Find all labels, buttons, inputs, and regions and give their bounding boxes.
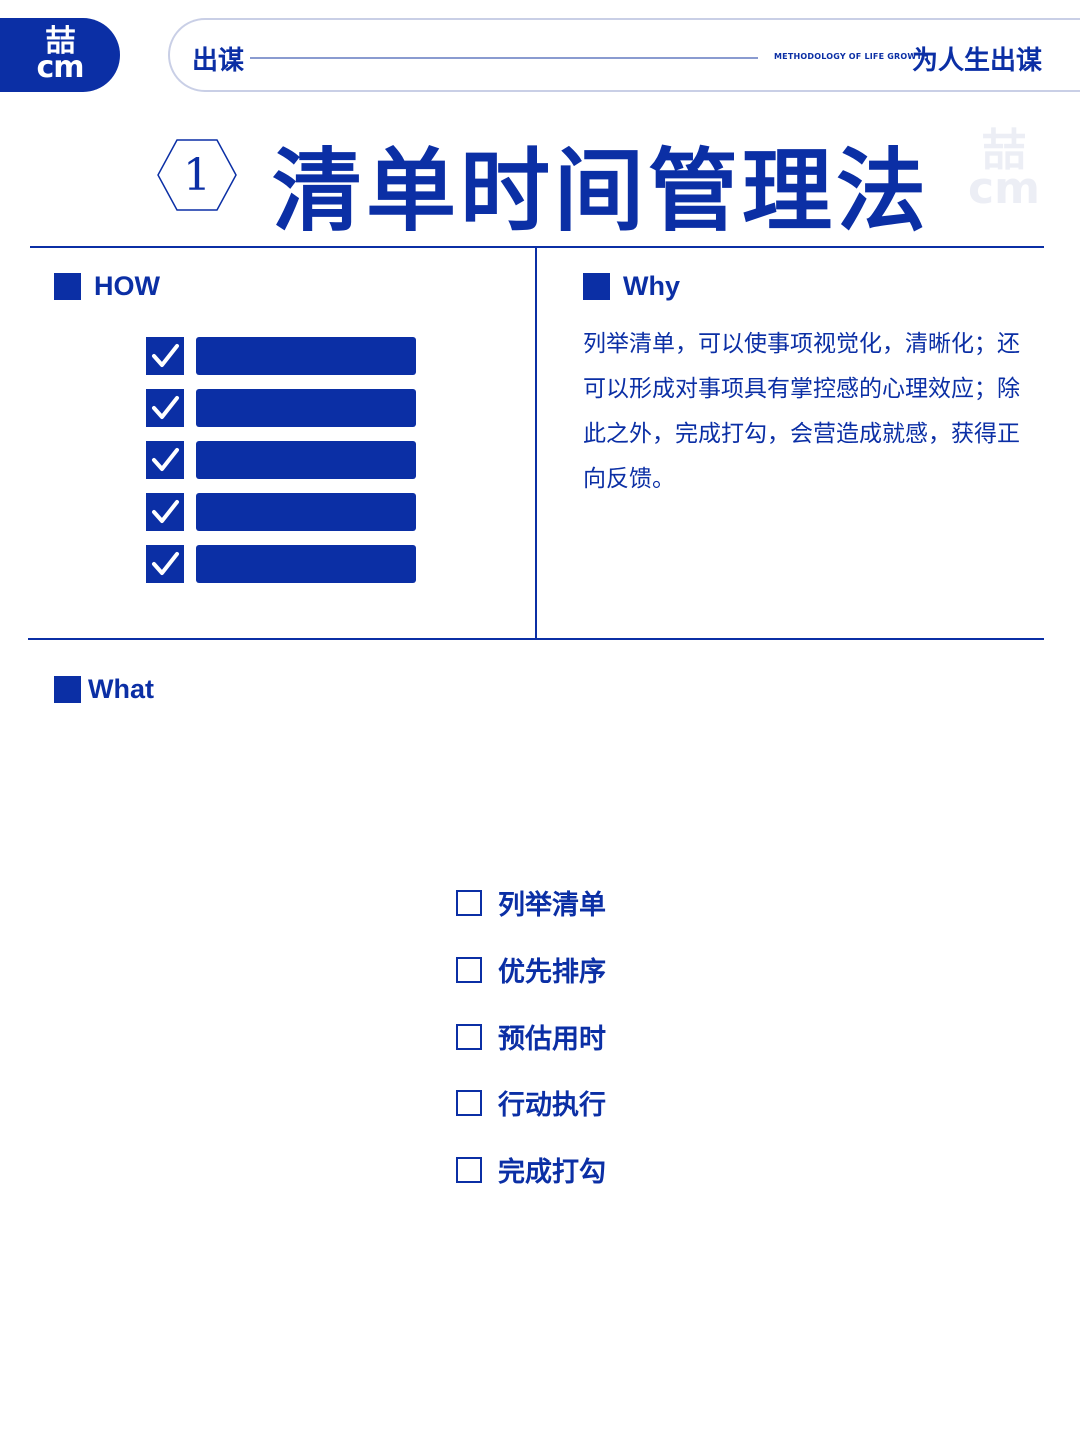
checkmark-icon [146, 493, 184, 531]
list-item-label: 预估用时 [498, 1024, 606, 1055]
middle-divider [28, 638, 1044, 640]
what-label: What [88, 674, 154, 704]
section-number: 1 [183, 149, 211, 201]
checkbox-icon [456, 1156, 482, 1183]
logo-mark: 喆 cm [36, 27, 84, 85]
how-label: HOW [94, 271, 160, 301]
checkbox-icon [456, 1089, 482, 1116]
checkbox-icon [456, 1023, 482, 1050]
why-heading: Why [583, 271, 680, 302]
checklist-bar [196, 337, 416, 375]
list-item-label: 优先排序 [498, 957, 606, 988]
checklist-bar [196, 389, 416, 427]
logo-watermark: 喆 cm [968, 129, 1040, 214]
checklist-bar [196, 441, 416, 479]
checkmark-icon [146, 441, 184, 479]
header-tagline: METHODOLOGY OF LIFE GROWTH [774, 52, 929, 61]
watermark-bottom: cm [968, 163, 1040, 214]
list-item: 优先排序 [456, 950, 606, 989]
checklist-row [146, 337, 416, 375]
checklist-bar [196, 493, 416, 531]
list-item: 行动执行 [456, 1083, 606, 1122]
list-item: 列举清单 [456, 883, 606, 922]
checkmark-icon [146, 389, 184, 427]
list-item: 预估用时 [456, 1017, 606, 1056]
column-divider [535, 248, 537, 640]
brand-name: 出谋 [192, 46, 245, 76]
page-title: 清单时间管理法 [272, 139, 930, 244]
logo-bottom: cm [36, 50, 84, 85]
checklist-row [146, 441, 416, 479]
how-heading: HOW [54, 271, 160, 302]
list-item-label: 行动执行 [498, 1090, 606, 1121]
checkbox-icon [456, 889, 482, 916]
checklist-row [146, 545, 416, 583]
header-divider [250, 57, 758, 59]
square-bullet-icon [583, 273, 610, 300]
what-heading: What [54, 674, 154, 705]
list-item-label: 列举清单 [498, 890, 606, 921]
list-item-label: 完成打勾 [498, 1157, 606, 1188]
square-bullet-icon [54, 273, 81, 300]
checklist-row [146, 389, 416, 427]
checklist-bar [196, 545, 416, 583]
checkbox-icon [456, 956, 482, 983]
header-slogan: 为人生出谋 [912, 46, 1043, 76]
checkmark-icon [146, 337, 184, 375]
section-number-badge: 1 [156, 138, 238, 212]
checkmark-icon [146, 545, 184, 583]
brand-logo: 喆 cm [0, 18, 120, 92]
checklist-row [146, 493, 416, 531]
square-bullet-icon [54, 676, 81, 703]
why-paragraph: 列举清单，可以使事项视觉化，清晰化；还可以形成对事项具有掌控感的心理效应；除此之… [583, 331, 1020, 492]
top-divider [30, 246, 1044, 248]
why-label: Why [623, 271, 680, 301]
list-item: 完成打勾 [456, 1150, 606, 1189]
